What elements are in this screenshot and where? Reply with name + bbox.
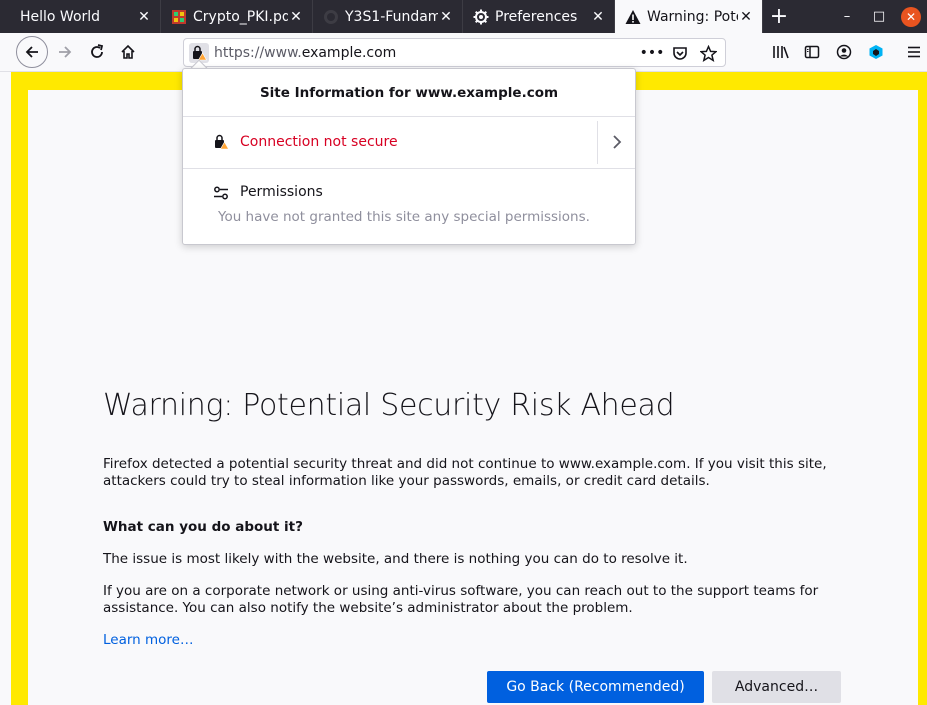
what-can-you-do-heading: What can you do about it? [103, 519, 303, 535]
reload-button[interactable] [82, 37, 112, 67]
url-scheme: https://www. [214, 44, 302, 61]
account-button[interactable] [829, 37, 859, 67]
url-text: https://www.example.com [214, 45, 396, 61]
forward-button[interactable] [50, 37, 80, 67]
tab-label: Preferences [495, 8, 578, 25]
menu-button[interactable] [902, 37, 926, 67]
tab-crypto-pki[interactable]: Crypto_PKI.pd ✕ [161, 0, 313, 33]
sidebar-button[interactable] [797, 37, 827, 67]
close-icon: ✕ [901, 6, 921, 27]
learn-more-link[interactable]: Learn more… [103, 632, 194, 648]
tab-label: Hello World [20, 8, 101, 25]
tab-label: Crypto_PKI.pd [193, 8, 288, 25]
arrow-left-icon [25, 46, 38, 58]
maximize-button[interactable]: □ [863, 0, 895, 33]
library-button[interactable] [766, 37, 796, 67]
document-icon [171, 9, 187, 25]
home-icon [121, 44, 135, 59]
bookmark-star-icon[interactable] [697, 43, 719, 63]
panel-title: Site Information for www.example.com [183, 69, 635, 117]
nav-bar: https://www.example.com ••• [0, 33, 927, 72]
home-button[interactable] [113, 37, 143, 67]
window-controls: – □ ✕ [831, 0, 927, 33]
url-actions: ••• [640, 43, 719, 63]
error-intro: Firefox detected a potential security th… [103, 456, 827, 489]
advanced-button[interactable]: Advanced… [712, 671, 841, 703]
chevron-right-icon[interactable] [607, 131, 627, 153]
tab-label: Y3S1-Fundam [345, 8, 438, 25]
url-host: example.com [301, 44, 397, 61]
extension-icon [869, 45, 883, 59]
url-bar[interactable]: https://www.example.com ••• [183, 38, 726, 67]
permissions-icon [213, 185, 229, 201]
tab-strip: Hello World ✕ Crypto_PKI.pd ✕ Y3S1-Funda… [0, 0, 927, 33]
site-information-panel: Site Information for www.example.com Con… [182, 68, 636, 245]
arrow-right-icon [59, 46, 72, 58]
go-back-button[interactable]: Go Back (Recommended) [487, 671, 704, 703]
permissions-title: Permissions [240, 184, 323, 200]
connection-info-row[interactable]: Connection not secure [183, 117, 635, 169]
close-icon[interactable]: ✕ [438, 9, 454, 25]
account-icon [836, 44, 852, 60]
divider [597, 121, 598, 164]
github-icon [323, 9, 339, 25]
tab-hello-world[interactable]: Hello World ✕ [0, 0, 161, 33]
gear-icon [473, 9, 489, 25]
close-icon[interactable]: ✕ [288, 9, 304, 25]
sidebar-icon [804, 45, 820, 59]
tab-warning[interactable]: Warning: Pote ✕ [615, 0, 763, 33]
reload-icon [91, 44, 104, 58]
connection-status-label: Connection not secure [240, 134, 398, 150]
extension-button[interactable] [861, 37, 891, 67]
tab-label: Warning: Pote [647, 8, 738, 25]
library-icon [773, 46, 789, 59]
page-actions-menu-button[interactable]: ••• [640, 43, 665, 63]
warning-icon [625, 9, 641, 25]
tab-preferences[interactable]: Preferences ✕ [463, 0, 615, 33]
back-button[interactable] [16, 36, 48, 68]
new-tab-button[interactable]: + [763, 0, 795, 33]
error-paragraph-1: The issue is most likely with the websit… [103, 551, 688, 567]
window-close-button[interactable]: ✕ [895, 0, 927, 33]
close-icon[interactable]: ✕ [590, 9, 606, 25]
hamburger-icon [908, 46, 920, 58]
permissions-description: You have not granted this site any speci… [218, 209, 590, 225]
minimize-button[interactable]: – [831, 0, 863, 33]
page-title: Warning: Potential Security Risk Ahead [103, 388, 675, 423]
insecure-lock-icon [213, 134, 230, 150]
close-icon[interactable]: ✕ [136, 9, 152, 25]
tab-y3s1[interactable]: Y3S1-Fundam ✕ [313, 0, 463, 33]
pocket-icon[interactable] [669, 43, 691, 63]
permissions-section: Permissions You have not granted this si… [183, 169, 635, 244]
error-paragraph-2: If you are on a corporate network or usi… [103, 583, 819, 616]
close-icon[interactable]: ✕ [738, 9, 754, 25]
